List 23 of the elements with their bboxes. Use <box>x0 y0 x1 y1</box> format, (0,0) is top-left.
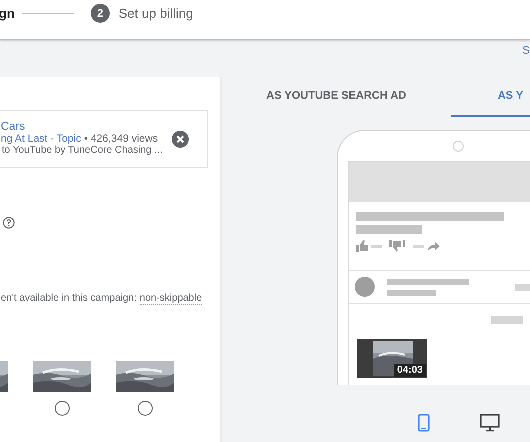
radio-button[interactable] <box>138 401 152 416</box>
video-duration: 04:03 <box>394 364 426 377</box>
camera-icon <box>453 141 464 152</box>
mobile-icon[interactable] <box>418 414 430 432</box>
non-skippable-link[interactable]: non-skippable <box>140 293 202 305</box>
view-count: • 426,349 views <box>84 133 158 145</box>
notice-text: en't available in this campaign: <box>1 293 137 305</box>
monitor-icon[interactable] <box>480 414 500 432</box>
step-label: Set up billing <box>118 6 194 21</box>
link[interactable]: S <box>522 45 530 57</box>
text-placeholder <box>387 290 436 296</box>
close-icon[interactable] <box>172 130 189 148</box>
preview-tab[interactable]: AS Y <box>450 77 530 117</box>
preview-tab[interactable]: AS YOUTUBE SEARCH AD <box>222 77 451 117</box>
channel-link[interactable]: ng At Last - Topic <box>1 133 82 145</box>
video-description: to YouTube by TuneCore Chasing ... <box>2 145 163 157</box>
help-icon[interactable] <box>3 217 15 229</box>
avatar <box>355 277 375 297</box>
video-title[interactable]: Cars <box>1 121 26 133</box>
radio-button[interactable] <box>54 401 70 416</box>
text-placeholder <box>491 316 523 324</box>
step-number: 2 <box>90 4 110 23</box>
text-placeholder <box>356 225 422 234</box>
